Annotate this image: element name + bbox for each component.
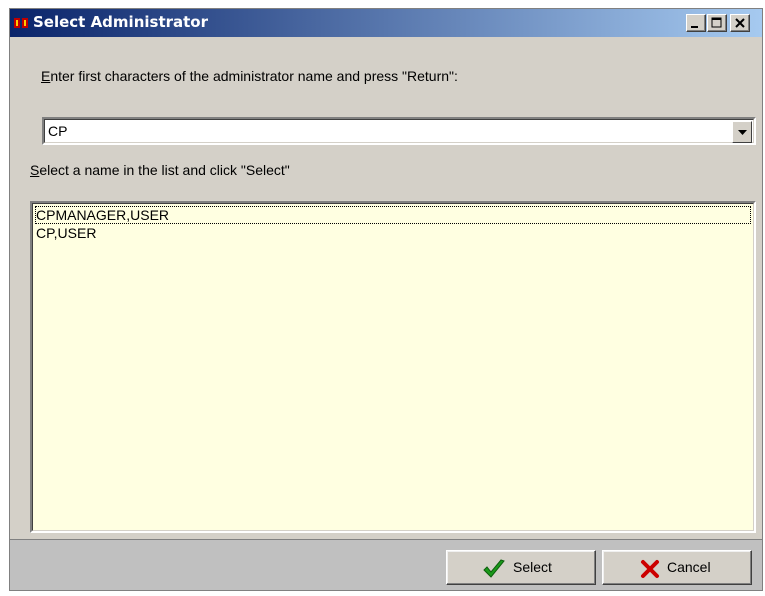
select-administrator-dialog: Select Administrator Enter first charact…	[9, 8, 763, 591]
maximize-button[interactable]	[707, 14, 727, 32]
list-item[interactable]: CP,USER	[35, 224, 96, 242]
x-icon	[640, 559, 660, 582]
button-bar: Select Cancel	[10, 539, 762, 590]
app-icon	[14, 16, 28, 30]
list-item[interactable]: CPMANAGER,USER	[35, 206, 751, 224]
close-button[interactable]	[730, 14, 750, 32]
cancel-button-label: Cancel	[667, 559, 711, 575]
administrator-list[interactable]: CPMANAGER,USER CP,USER	[30, 201, 756, 533]
administrator-name-combobox[interactable]: CP	[42, 117, 756, 145]
minimize-button[interactable]	[686, 14, 706, 32]
search-input[interactable]: CP	[48, 123, 67, 139]
maximize-icon	[711, 17, 722, 28]
title-bar[interactable]: Select Administrator	[10, 9, 762, 37]
list-label: Select a name in the list and click "Sel…	[30, 162, 290, 178]
minimize-icon	[691, 26, 698, 28]
select-button-label: Select	[513, 559, 552, 575]
checkmark-icon	[482, 559, 506, 582]
dropdown-button[interactable]	[732, 121, 752, 143]
chevron-down-icon	[738, 130, 747, 135]
search-label: Enter first characters of the administra…	[41, 68, 458, 84]
close-icon	[735, 18, 745, 28]
select-button[interactable]: Select	[446, 550, 596, 585]
cancel-button[interactable]: Cancel	[602, 550, 752, 585]
window-title: Select Administrator	[33, 13, 209, 31]
